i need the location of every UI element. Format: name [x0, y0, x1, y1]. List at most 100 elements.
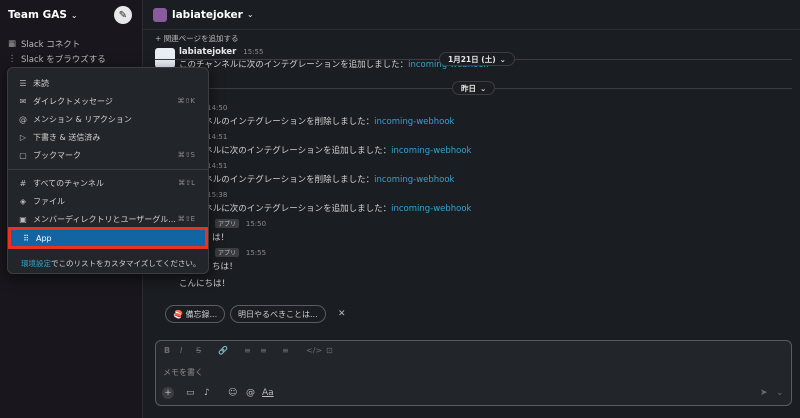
sidebar-item-slack-connect[interactable]: ▦ Slack コネクト: [6, 37, 80, 51]
mention-icon: @: [19, 114, 27, 124]
link-icon[interactable]: 🔗: [218, 346, 228, 358]
chip-label: 明日やるべきことは...: [238, 309, 318, 319]
message: アプリ 15:50 は！: [155, 219, 795, 243]
message-time[interactable]: 14:51: [207, 162, 227, 170]
message-text: このチャンネルに次のインテグレーションを追加しました：: [179, 60, 409, 70]
ordered-list-icon[interactable]: ≡: [244, 346, 251, 358]
menu-item-members[interactable]: ▣ メンバーディレクトリとユーザーグル... ⌘⇧E: [8, 210, 208, 228]
add-bookmark-button[interactable]: + 関連ページを追加する: [155, 33, 239, 44]
menu-item-apps[interactable]: ⠿ App: [8, 227, 208, 249]
message-time[interactable]: 15:55: [243, 48, 263, 56]
message: oker 14:51 チャンネルのインテグレーションを削除しました：incomi…: [155, 161, 795, 185]
preferences-link[interactable]: 環境設定: [21, 259, 51, 268]
avatar[interactable]: [155, 48, 175, 68]
emoji-icon[interactable]: ☺: [228, 388, 237, 398]
message-time[interactable]: 15:55: [246, 249, 266, 257]
mention-icon[interactable]: @: [246, 388, 255, 398]
suggestion-chip-memo[interactable]: 🍣 備忘録...: [165, 305, 226, 323]
menu-item-unread[interactable]: ☰ 未読: [8, 74, 208, 92]
compose-button[interactable]: ✎: [114, 6, 132, 24]
shortcut-hint: ⌘⇧L: [178, 179, 195, 187]
menu-divider: [8, 169, 208, 170]
message: oker 14:50 チャンネルのインテグレーションを削除しました：incomi…: [155, 103, 795, 127]
menu-item-label: メンバーディレクトリとユーザーグル...: [33, 214, 176, 224]
shortcut-hint: ⌘⇧E: [177, 215, 195, 223]
sidebar-item-label: Slack をブラウズする: [21, 55, 106, 65]
strike-icon[interactable]: S: [196, 346, 201, 358]
menu-item-label: App: [36, 233, 52, 243]
menu-item-label: メンション & リアクション: [33, 114, 132, 124]
integration-link[interactable]: incoming-webhook: [374, 175, 454, 185]
sidebar-item-label: Slack コネクト: [21, 40, 81, 50]
chevron-down-icon[interactable]: ⌄: [71, 11, 78, 20]
message-text: チャンネルに次のインテグレーションを追加しました：: [179, 146, 392, 156]
channel-header[interactable]: labiatejoker ⌄: [143, 0, 800, 30]
menu-item-all-channels[interactable]: # すべてのチャンネル ⌘⇧L: [8, 174, 208, 192]
app-badge: アプリ: [215, 248, 240, 257]
members-icon: ▣: [19, 214, 27, 224]
integration-link[interactable]: incoming-webhook: [391, 204, 471, 214]
message-time[interactable]: 15:38: [207, 191, 227, 199]
close-icon[interactable]: ✕: [338, 309, 346, 319]
compose-icon[interactable]: ✎: [119, 10, 127, 21]
workspace-name[interactable]: Team GAS: [8, 9, 67, 21]
menu-item-mentions[interactable]: @ メンション & リアクション: [8, 110, 208, 128]
menu-item-label: 下書き & 送信済み: [33, 132, 101, 142]
date-pill-jump[interactable]: 1月21日 (土) ⌄: [439, 52, 515, 66]
blockquote-icon[interactable]: ≡: [282, 346, 289, 358]
browse-menu: ☰ 未読 ✉ ダイレクトメッセージ ⌘⇧K @ メンション & リアクション ▷…: [7, 67, 209, 274]
menu-footer-text: でこのリストをカスタマイズしてください。: [51, 259, 201, 268]
shortcut-hint: ⌘⇧S: [177, 151, 195, 159]
format-toggle-button[interactable]: Aa: [262, 388, 274, 398]
menu-item-files[interactable]: ◈ ファイル: [8, 192, 208, 210]
mic-icon[interactable]: ♪: [204, 388, 210, 398]
menu-item-drafts[interactable]: ▷ 下書き & 送信済み: [8, 128, 208, 146]
plus-icon: +: [155, 34, 162, 43]
message: oker 15:38 チャンネルに次のインテグレーションを追加しました：inco…: [155, 190, 795, 214]
suggestion-chip-tomorrow[interactable]: 明日やるべきことは...: [230, 305, 326, 323]
sidebar-item-browse[interactable]: ⋮ Slack をブラウズする: [6, 52, 106, 66]
bookmark-label: 関連ページを追加する: [163, 34, 239, 43]
chevron-down-icon[interactable]: ⌄: [776, 388, 784, 398]
bullet-list-icon[interactable]: ≡: [260, 346, 267, 358]
message: oker 14:51 チャンネルに次のインテグレーションを追加しました：inco…: [155, 132, 795, 156]
message: アプリ 15:55 ちは！: [155, 248, 795, 272]
chevron-down-icon: ⌄: [480, 83, 487, 93]
menu-item-bookmarks[interactable]: ▢ ブックマーク ⌘⇧S: [8, 146, 208, 164]
message-text: チャンネルに次のインテグレーションを追加しました：: [179, 204, 392, 214]
chevron-down-icon[interactable]: ⌄: [247, 10, 254, 19]
unread-icon: ☰: [19, 78, 27, 88]
message-user[interactable]: labiatejoker: [179, 47, 236, 57]
menu-item-dm[interactable]: ✉ ダイレクトメッセージ ⌘⇧K: [8, 92, 208, 110]
chip-label: 🍣 備忘録...: [173, 309, 218, 319]
code-icon[interactable]: </>: [306, 346, 322, 358]
send-icon[interactable]: ➤: [760, 388, 768, 398]
menu-item-label: 未読: [33, 78, 49, 88]
channel-name[interactable]: labiatejoker: [172, 9, 243, 21]
bookmark-icon: ▢: [19, 150, 27, 160]
message: こんにちは！: [155, 277, 795, 291]
integration-link[interactable]: incoming-webhook: [374, 117, 454, 127]
files-icon: ◈: [19, 196, 27, 206]
message-composer[interactable]: B I S 🔗 ≡ ≡ ≡ </> ⊡ メモを書く + ▭ ♪ ☺ @ Aa ➤…: [155, 340, 792, 406]
date-pill-label: 1月21日 (土): [448, 54, 496, 64]
send-icon: ▷: [19, 132, 27, 142]
connect-icon: ▦: [7, 39, 17, 49]
menu-item-label: ファイル: [33, 196, 65, 206]
shortcut-hint: ⌘⇧K: [177, 97, 195, 105]
bold-icon[interactable]: B: [164, 346, 170, 358]
plus-icon[interactable]: +: [162, 387, 174, 399]
message-input[interactable]: メモを書く: [163, 367, 203, 378]
message-text: は！: [212, 233, 230, 243]
menu-item-label: ブックマーク: [33, 150, 81, 160]
date-pill-yesterday[interactable]: 昨日 ⌄: [452, 81, 496, 95]
italic-icon[interactable]: I: [180, 346, 182, 358]
message-time[interactable]: 15:50: [246, 220, 266, 228]
message-time[interactable]: 14:50: [207, 104, 227, 112]
message-text: こんにちは！: [179, 279, 231, 289]
message-time[interactable]: 14:51: [207, 133, 227, 141]
video-icon[interactable]: ▭: [186, 388, 195, 398]
integration-link[interactable]: incoming-webhook: [391, 146, 471, 156]
code-block-icon[interactable]: ⊡: [326, 346, 333, 358]
apps-icon: ⠿: [23, 233, 29, 243]
